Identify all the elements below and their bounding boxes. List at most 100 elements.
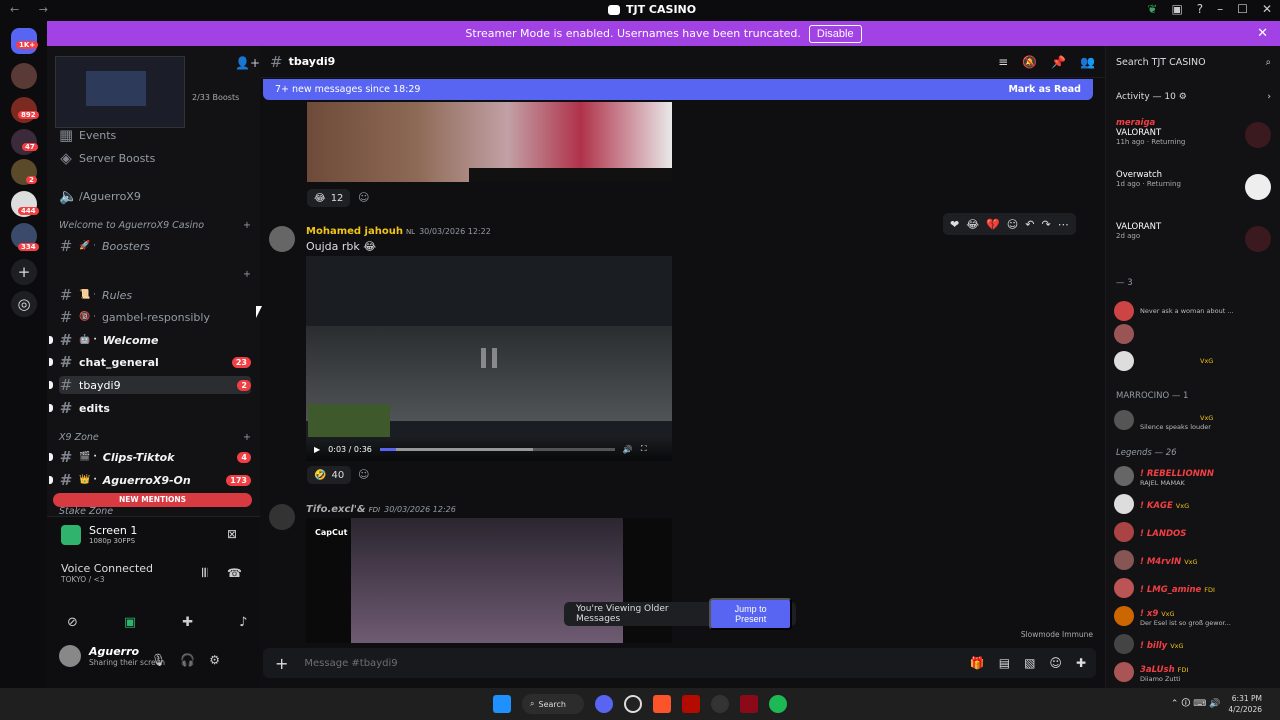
channel-chat-general[interactable]: # chat_general 23 — [49, 353, 251, 371]
add-channel-icon[interactable]: + — [243, 269, 251, 280]
close-banner-icon[interactable]: ✕ — [1257, 26, 1268, 41]
heart-reaction-icon[interactable]: ❤ — [950, 218, 959, 231]
add-channel-icon[interactable]: + — [243, 220, 251, 231]
new-messages-bar[interactable]: 7+ new messages since 18:29 Mark as Read — [263, 79, 1093, 100]
disable-streamer-button[interactable]: Disable — [808, 24, 862, 43]
brave-icon[interactable] — [653, 695, 671, 713]
member-item[interactable]: ! LMG_amine FDI — [1114, 576, 1276, 600]
add-reaction-icon[interactable]: ☺ — [358, 468, 369, 481]
add-user-icon[interactable]: 👤+ — [235, 56, 260, 70]
avatar[interactable] — [269, 504, 295, 530]
tray-icons[interactable]: ⌃ 🛈 ⌨ 🔊 — [1171, 696, 1221, 712]
activity-header[interactable]: Activity — 10 ⚙ › — [1116, 92, 1271, 102]
help-icon[interactable]: ? — [1197, 2, 1203, 16]
new-mentions-button[interactable]: NEW MENTIONS — [53, 493, 252, 507]
headphones-icon[interactable]: 🎧 — [180, 653, 195, 667]
close-window-icon[interactable]: ✕ — [1262, 2, 1272, 16]
member-item[interactable]: ! REBELLIONNN RAJEL MAMAK — [1114, 464, 1276, 488]
acrobat-icon[interactable] — [682, 695, 700, 713]
reaction-button[interactable]: 🤣 40 — [307, 466, 352, 484]
member-item[interactable]: ! billy VxG — [1114, 632, 1276, 656]
server-icon-1[interactable] — [11, 63, 37, 89]
laugh-reaction-icon[interactable]: 😂 — [966, 218, 979, 231]
volume-icon[interactable]: 🔊 — [623, 445, 633, 454]
pause-icon[interactable] — [481, 348, 497, 368]
screen-share-preview[interactable] — [55, 56, 185, 128]
add-channel-icon[interactable]: + — [243, 432, 251, 443]
inbox-icon[interactable]: ▣ — [1171, 2, 1182, 16]
settings-gear-icon[interactable]: ⚙ — [209, 653, 220, 667]
broken-heart-reaction-icon[interactable]: 💔 — [986, 218, 1000, 231]
screen-share-row[interactable]: Screen 1 1080p 30FPS — [61, 524, 137, 545]
activity-item[interactable]: Overwatch 1d ago · Returning — [1116, 170, 1271, 200]
category-welcome[interactable]: Welcome to AguerroX9 Casino + — [59, 220, 251, 231]
windows-start-icon[interactable] — [493, 695, 511, 713]
channel-edits[interactable]: # edits — [49, 399, 251, 417]
voice-status[interactable]: Voice Connected TOKYO / <3 — [61, 562, 153, 584]
member-item[interactable]: VxG — [1114, 349, 1276, 373]
taskbar-search[interactable]: ⌕ Search — [522, 694, 584, 714]
play-icon[interactable]: ▶ — [314, 445, 320, 454]
avatar[interactable] — [269, 226, 295, 252]
sidebar-item-server-boosts[interactable]: ◈ Server Boosts — [59, 149, 251, 167]
sidebar-item-events[interactable]: ▦ Events — [59, 126, 251, 144]
video-player[interactable]: ▶ 0:03 / 0:36 🔊 ⛶ — [306, 256, 672, 461]
member-item[interactable] — [1114, 322, 1276, 346]
share-screen-icon[interactable]: ▣ — [124, 615, 136, 630]
leaf-icon[interactable]: ❦ — [1147, 2, 1157, 16]
apps-icon[interactable]: ✚ — [1076, 656, 1086, 670]
obs-icon[interactable] — [711, 695, 729, 713]
channel-tbaydi9[interactable]: # tbaydi9 2 — [49, 376, 251, 394]
server-icon-2[interactable] — [11, 97, 37, 123]
discover-icon[interactable]: ◎ — [11, 291, 37, 317]
reaction-button[interactable]: 😂 12 — [307, 189, 351, 207]
threads-icon[interactable]: ≡ — [998, 55, 1008, 69]
member-item[interactable]: ! M4rvIN VxG — [1114, 548, 1276, 572]
channel-gamble[interactable]: # 🔞 · gambel-responsibly — [59, 308, 251, 326]
attach-icon[interactable]: + — [275, 654, 288, 673]
category-x9-zone[interactable]: X9 Zone + — [59, 432, 251, 443]
app-icon[interactable] — [740, 695, 758, 713]
forward-icon[interactable]: ↷ — [1041, 218, 1050, 231]
nav-arrows[interactable]: ← → — [10, 3, 56, 16]
message-author[interactable]: Tifo.excl'& FDI 30/03/2026 12:26 — [306, 504, 456, 515]
server-icon-3[interactable] — [11, 129, 37, 155]
mic-icon[interactable]: 🎙 — [151, 653, 166, 667]
minimize-icon[interactable]: – — [1217, 2, 1223, 16]
channel-rules[interactable]: # 📜 · Rules — [59, 286, 251, 304]
channel-aguerro-on[interactable]: # 👑 · AguerroX9-On 173 — [49, 471, 251, 489]
add-server-icon[interactable]: + — [11, 259, 37, 285]
sticker-icon[interactable]: ▧ — [1024, 656, 1035, 670]
clock[interactable]: 6:31 PM 4/2/2026 — [1228, 693, 1262, 715]
category-2[interactable]: + — [59, 269, 251, 280]
add-reaction-icon[interactable]: ☺ — [1007, 218, 1018, 231]
message-input[interactable]: Message #tbaydi9 — [304, 658, 397, 669]
channel-clips-tiktok[interactable]: # 🎬 · Clips-Tiktok 4 — [49, 448, 251, 466]
soundboard-icon[interactable]: ♪ — [239, 615, 247, 630]
member-list-icon[interactable]: 👥 — [1080, 55, 1095, 69]
more-icon[interactable]: ⋯ — [1058, 218, 1069, 231]
notification-off-icon[interactable]: 🔕 — [1022, 55, 1037, 69]
activity-item[interactable]: meraiga VALORANT 11h ago · Returning — [1116, 118, 1271, 148]
mark-as-read-button[interactable]: Mark as Read — [1008, 84, 1081, 95]
member-item[interactable]: Never ask a woman about ... — [1114, 299, 1276, 323]
add-reaction-icon[interactable]: ☺ — [358, 191, 369, 204]
member-item[interactable]: ! x9 VxG Der Esel ist so groß gewor... — [1114, 604, 1276, 628]
gift-icon[interactable]: 🎁 — [970, 656, 985, 670]
member-item[interactable]: ! KAGE VxG — [1114, 492, 1276, 516]
voice-channel-aguerro[interactable]: 🔈 /AguerroX9 — [59, 187, 251, 205]
search-input[interactable]: Search TJT CASINO ⌕ — [1112, 52, 1275, 72]
gif-icon[interactable]: ▤ — [999, 656, 1010, 670]
reply-icon[interactable]: ↶ — [1025, 218, 1034, 231]
spotify-icon[interactable] — [769, 695, 787, 713]
image-attachment[interactable] — [307, 102, 672, 182]
maximize-icon[interactable]: ☐ — [1237, 2, 1248, 16]
activities-icon[interactable]: ✚ — [182, 615, 193, 630]
github-icon[interactable] — [624, 695, 642, 713]
channel-welcome[interactable]: # 🤖 · Welcome — [49, 331, 251, 349]
jump-to-present-button[interactable]: Jump to Present — [709, 598, 792, 630]
activity-item[interactable]: VALORANT 2d ago — [1116, 222, 1271, 252]
message-author[interactable]: Mohamed jahouh NL 30/03/2026 12:22 — [306, 226, 491, 237]
camera-off-icon[interactable]: ⊘ — [67, 615, 78, 630]
member-item[interactable]: 3aLUsh FDI Diiamo Zutti — [1114, 660, 1276, 684]
